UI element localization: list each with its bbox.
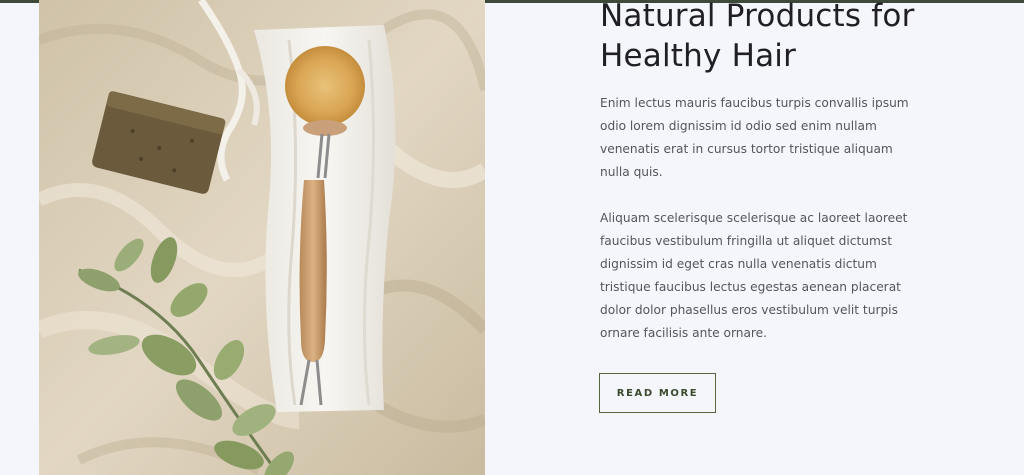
- hero-product-photo: [39, 0, 485, 475]
- intro-paragraph: Enim lectus mauris faucibus turpis conva…: [600, 96, 909, 179]
- read-more-button[interactable]: READ MORE: [599, 373, 716, 413]
- detail-paragraph: Aliquam scelerisque scelerisque ac laore…: [600, 211, 908, 340]
- section-heading: Natural Products for Healthy Hair: [600, 0, 915, 74]
